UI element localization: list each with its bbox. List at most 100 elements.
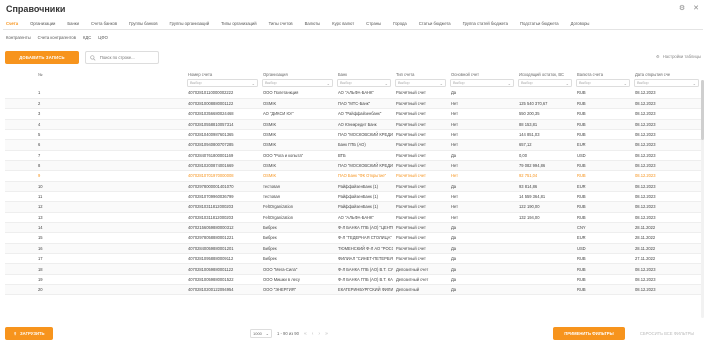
- table-cell: 93 814,86: [516, 181, 574, 192]
- tab-item[interactable]: Города: [393, 19, 407, 29]
- table-row[interactable]: 16 40702840059880001201 Бибрек ТЮМЕНСКИЙ Ф-…: [5, 243, 701, 255]
- vertical-scrollbar[interactable]: [701, 80, 704, 318]
- reset-filters-button[interactable]: СБРОСИТЬ ВСЕ ФИЛЬТРЫ: [633, 327, 701, 340]
- tab-item[interactable]: Курс валют: [332, 19, 354, 29]
- row-checkbox-cell[interactable]: [5, 212, 35, 223]
- table-cell: RUB: [574, 108, 632, 120]
- row-checkbox-cell[interactable]: [5, 108, 35, 120]
- row-checkbox-cell[interactable]: [5, 129, 35, 141]
- tab-item[interactable]: Типы организаций: [221, 19, 257, 29]
- next-page-icon[interactable]: ›: [318, 331, 320, 337]
- page-size-select[interactable]: 1000 ⌄: [250, 329, 272, 338]
- first-page-icon[interactable]: «: [304, 331, 307, 337]
- column-filter-select[interactable]: Выбор ⌄: [395, 79, 446, 87]
- column-filter-select[interactable]: Выбор ⌄: [187, 79, 258, 87]
- row-checkbox-cell[interactable]: [5, 119, 35, 130]
- search-box[interactable]: [85, 51, 159, 64]
- subtab-item[interactable]: Счета контрагентов: [38, 35, 76, 40]
- tab-item[interactable]: Счета банков: [91, 19, 117, 29]
- table-row[interactable]: 20 40702810200122094954 ООО "ЭНЕРГИЯ" ЕКАТЕ…: [5, 284, 701, 296]
- column-header[interactable]: Основной счет: [448, 70, 516, 78]
- table-row[interactable]: 12 40702810311812000203 FeltOrganization Ра…: [5, 201, 701, 213]
- tab-item[interactable]: Страны: [366, 19, 381, 29]
- column-filter-select[interactable]: Выбор ⌄: [634, 79, 699, 87]
- column-header[interactable]: Банк: [335, 70, 393, 78]
- prev-page-icon[interactable]: ‹: [312, 331, 314, 337]
- table-cell: Ф-Л БАНКА ГПБ (АО) "ЦЕНТРО-ЗАП...": [335, 222, 393, 234]
- tab-item[interactable]: Группа статей бюджета: [463, 19, 508, 29]
- filter-placeholder: Выбор: [453, 81, 465, 85]
- table-settings-button[interactable]: ⚙ Настройки таблицы: [656, 54, 701, 59]
- table-row[interactable]: 1 40702810110000002222 ООО Полетанкция АО "…: [5, 88, 701, 99]
- column-filter-select[interactable]: Выбор ⌄: [450, 79, 514, 87]
- chevron-down-icon: ⌄: [251, 80, 255, 86]
- row-checkbox-cell[interactable]: [5, 201, 35, 213]
- column-header[interactable]: Номер счета: [185, 70, 260, 78]
- table-row[interactable]: 2 40702810008880001122 OSMIK ПАО "МТС-Банк"…: [5, 98, 701, 110]
- row-checkbox-cell[interactable]: [5, 170, 35, 182]
- column-header[interactable]: Тип счета: [393, 70, 448, 78]
- column-header[interactable]: Исходящий остаток, ВС: [516, 70, 574, 78]
- row-checkbox-cell[interactable]: [5, 139, 35, 151]
- table-cell: 08.12.2023: [632, 212, 701, 223]
- table-row[interactable]: 10 40702978000001401070 тестовая Райффайзен…: [5, 181, 701, 192]
- subtab-item[interactable]: КДС: [83, 35, 91, 40]
- row-checkbox-cell[interactable]: [5, 98, 35, 110]
- subtab-item[interactable]: ЦФО: [98, 35, 108, 40]
- table-row[interactable]: 3 40702810356680024468 АО "ДИКСИ Юг" АО "Ра…: [5, 108, 701, 120]
- table-row[interactable]: 17 40702810958880009112 Бибрек ФИЛИАЛ "СИНЕ…: [5, 253, 701, 265]
- tab-item[interactable]: Банки: [67, 19, 79, 29]
- column-header[interactable]: Дата открытия сче: [632, 70, 701, 78]
- row-checkbox-cell[interactable]: [5, 232, 35, 244]
- table-row[interactable]: 15 40702978058880001221 Бибрек Ф-Л "ГЕДЕРНА…: [5, 232, 701, 244]
- tab-item[interactable]: Договоры: [571, 19, 590, 29]
- row-checkbox-cell[interactable]: [5, 274, 35, 286]
- tab-item[interactable]: Организации: [30, 19, 55, 29]
- table-row[interactable]: 4 40702810558810057314 OSMIK АО Юникредит Б…: [5, 119, 701, 130]
- column-header[interactable]: №: [35, 70, 185, 78]
- tab-item[interactable]: Подстатьи бюджета: [520, 19, 559, 29]
- search-input[interactable]: [99, 55, 158, 60]
- load-button[interactable]: ⇪ ЗАГРУЗИТЬ: [5, 327, 53, 340]
- tab-item[interactable]: Типы счетов: [269, 19, 293, 29]
- table-row[interactable]: 13 40702810311812000203 FeltOrganization АО…: [5, 212, 701, 223]
- tab-item[interactable]: Валюты: [305, 19, 321, 29]
- tab-item[interactable]: Статьи бюджета: [419, 19, 451, 29]
- table-row[interactable]: 6 40702810940800707285 OSMIK Банк ГПБ (АО) Р…: [5, 139, 701, 151]
- tab-item[interactable]: Группы организаций: [170, 19, 210, 29]
- column-header[interactable]: Организация: [260, 70, 335, 78]
- row-checkbox-cell[interactable]: [5, 222, 35, 234]
- table-row[interactable]: 7 40702840761800001169 ООО "Рога и копыта"…: [5, 150, 701, 161]
- table-row[interactable]: 19 40702810059880001522 ООО Мишки в лесу Ф-…: [5, 274, 701, 286]
- row-checkbox-cell[interactable]: [5, 160, 35, 172]
- table-cell: FeltOrganization: [260, 212, 335, 223]
- apply-filters-button[interactable]: ПРИМЕНИТЬ ФИЛЬТРЫ: [553, 327, 625, 340]
- row-checkbox-cell[interactable]: [5, 243, 35, 255]
- scrollbar-thumb[interactable]: [701, 80, 704, 140]
- add-record-button[interactable]: ДОБАВИТЬ ЗАПИСЬ: [5, 51, 79, 64]
- gear-icon[interactable]: ⚙: [679, 4, 685, 12]
- column-filter-select[interactable]: Выбор ⌄: [518, 79, 572, 87]
- table-row[interactable]: 14 40702156059880000312 Бибрек Ф-Л БАНКА ГП…: [5, 222, 701, 234]
- tab-item[interactable]: Группы банков: [129, 19, 158, 29]
- row-checkbox-cell[interactable]: [5, 191, 35, 203]
- close-icon[interactable]: ✕: [693, 4, 699, 12]
- table-row[interactable]: 8 40702810200874001669 OSMIK ПАО "МОСКОВСКИ…: [5, 160, 701, 172]
- table-row[interactable]: 5 40702810400987601365 OSMIK ПАО "МОСКОВСКИ…: [5, 129, 701, 141]
- column-filter-select[interactable]: Выбор ⌄: [262, 79, 333, 87]
- row-checkbox-cell[interactable]: [5, 284, 35, 296]
- table-row[interactable]: 9 40702810701970000008 OSMIK ПАО Банк "ФК О…: [5, 170, 701, 182]
- table-row[interactable]: 11 40702810709960036799 тестовая Райффайзен…: [5, 191, 701, 203]
- column-filter-select[interactable]: Выбор ⌄: [337, 79, 391, 87]
- row-checkbox-cell[interactable]: [5, 253, 35, 265]
- row-checkbox-cell[interactable]: [5, 263, 35, 275]
- tab-item[interactable]: Счета: [6, 19, 19, 29]
- subtab-item[interactable]: Контрагенты: [6, 35, 31, 40]
- row-checkbox-cell[interactable]: [5, 150, 35, 161]
- column-header[interactable]: Валюта счета: [574, 70, 632, 78]
- row-checkbox-cell[interactable]: [5, 181, 35, 192]
- column-filter-select[interactable]: Выбор ⌄: [576, 79, 630, 87]
- last-page-icon[interactable]: »: [325, 331, 328, 337]
- row-checkbox-cell[interactable]: [5, 88, 35, 99]
- table-row[interactable]: 18 40702810059880001122 ООО "Мега-Сила" Ф-Л…: [5, 263, 701, 275]
